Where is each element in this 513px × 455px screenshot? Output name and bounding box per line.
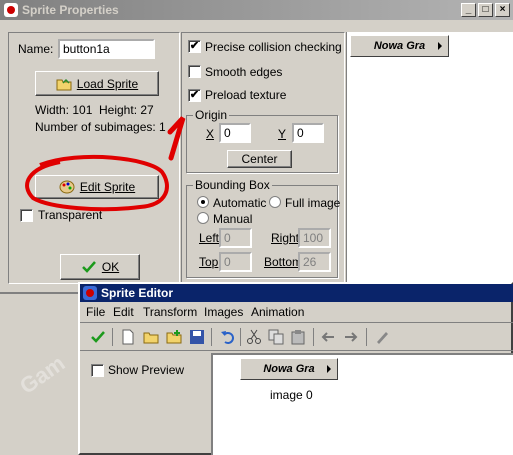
image-0-thumbnail-label: Nowa Gra — [263, 363, 315, 375]
menu-edit[interactable]: Edit — [113, 305, 134, 319]
toolbar-divider — [80, 322, 513, 323]
menu-animation[interactable]: Animation — [251, 305, 304, 319]
show-preview-checkbox[interactable] — [91, 364, 104, 377]
toolbar-separator — [366, 328, 367, 346]
toolbar-separator — [112, 328, 113, 346]
copy-icon[interactable] — [268, 329, 284, 345]
toolbar-separator — [240, 328, 241, 346]
open-folder-icon[interactable] — [143, 329, 159, 345]
menu-images[interactable]: Images — [204, 305, 243, 319]
annotation-digit-mark — [167, 116, 186, 161]
sprite-editor-title: Sprite Editor — [101, 286, 174, 300]
cut-icon[interactable] — [246, 329, 262, 345]
red-annotation — [25, 116, 186, 212]
menu-transform[interactable]: Transform — [143, 305, 197, 319]
sprite-editor-titlebar: Sprite Editor — [80, 284, 513, 302]
arrow-left-icon[interactable] — [320, 329, 336, 345]
annotation-circle — [25, 154, 169, 212]
checkmark-icon[interactable] — [90, 329, 106, 345]
new-file-icon[interactable] — [120, 329, 136, 345]
arrow-right-icon[interactable] — [343, 329, 359, 345]
pencil-icon[interactable] — [374, 329, 390, 345]
toolbar-separator — [313, 328, 314, 346]
editor-app-icon — [83, 286, 97, 300]
show-preview-label: Show Preview — [108, 363, 185, 377]
arrow-right-icon — [327, 365, 331, 373]
annotation-number: 1 — [200, 116, 201, 117]
add-from-file-icon[interactable] — [166, 329, 182, 345]
menu-file[interactable]: File — [86, 305, 105, 319]
image-0-label: image 0 — [270, 388, 313, 402]
image-0-thumbnail[interactable]: Nowa Gra — [240, 358, 338, 380]
toolbar-separator — [211, 328, 212, 346]
save-icon[interactable] — [189, 329, 205, 345]
paste-icon[interactable] — [290, 329, 306, 345]
toolbar-bottom-divider — [80, 350, 513, 351]
undo-icon[interactable] — [220, 329, 236, 345]
